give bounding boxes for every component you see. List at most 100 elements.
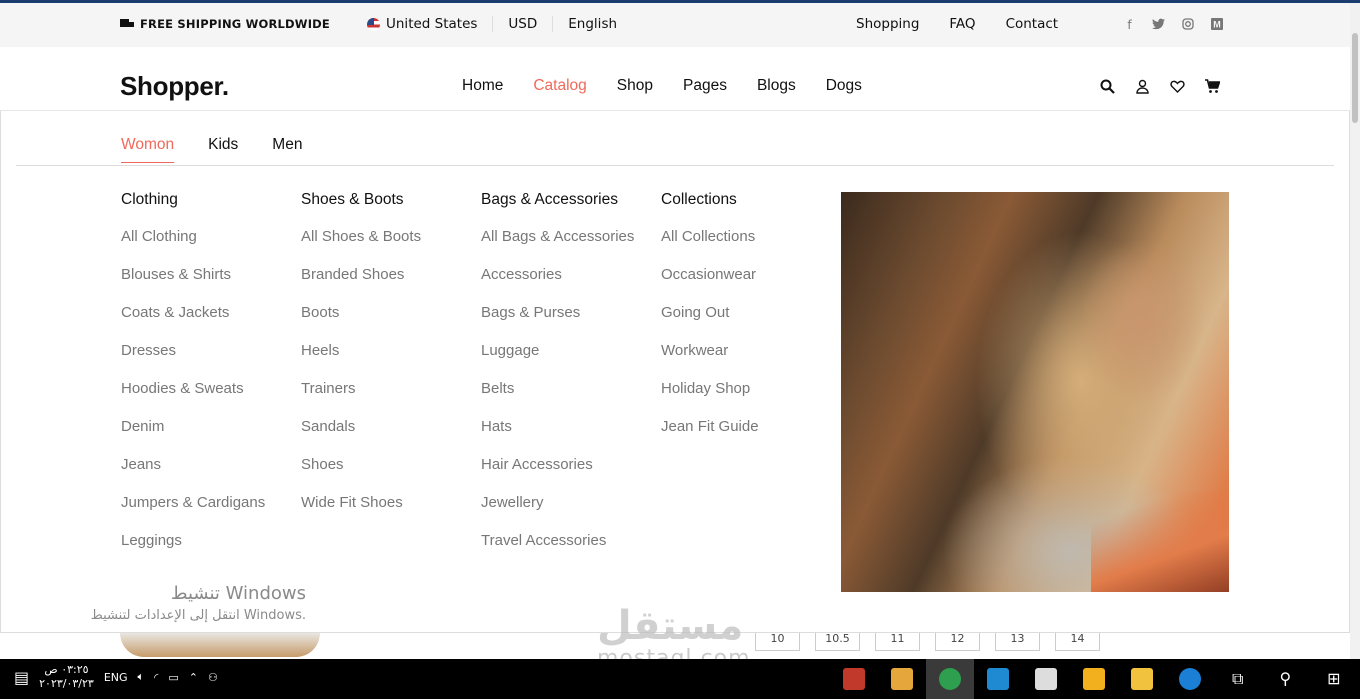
size-option[interactable]: 14 bbox=[1055, 633, 1100, 651]
menu-link[interactable]: Hoodies & Sweats bbox=[121, 380, 265, 418]
nav-catalog[interactable]: Catalog bbox=[533, 77, 586, 95]
taskbar-app[interactable] bbox=[1166, 659, 1214, 699]
menu-link[interactable]: Sandals bbox=[301, 418, 421, 456]
size-option[interactable]: 12 bbox=[935, 633, 980, 651]
tab-women[interactable]: Womon bbox=[121, 136, 175, 163]
facebook-icon[interactable]: f bbox=[1122, 18, 1137, 32]
menu-link[interactable]: Jeans bbox=[121, 456, 265, 494]
menu-link[interactable]: Blouses & Shirts bbox=[121, 266, 265, 304]
taskbar-apps bbox=[830, 659, 1214, 699]
menu-link[interactable]: Denim bbox=[121, 418, 265, 456]
menu-link[interactable]: Branded Shoes bbox=[301, 266, 421, 304]
menu-link[interactable]: Wide Fit Shoes bbox=[301, 494, 421, 532]
input-language[interactable]: ENG bbox=[104, 671, 128, 684]
taskbar-right: ⧉ ⚲ ⊞ bbox=[1232, 669, 1341, 689]
chevron-up-icon[interactable]: ⌃ bbox=[189, 671, 198, 684]
taskbar-app[interactable] bbox=[1022, 659, 1070, 699]
top-bar: FREE SHIPPING WORLDWIDE United States US… bbox=[0, 3, 1350, 47]
menu-link[interactable]: All Clothing bbox=[121, 228, 265, 266]
size-option[interactable]: 11 bbox=[875, 633, 920, 651]
scrollbar-thumb[interactable] bbox=[1352, 33, 1358, 123]
twitter-icon[interactable] bbox=[1151, 18, 1166, 32]
menu-link[interactable]: All Bags & Accessories bbox=[481, 228, 634, 266]
tab-men[interactable]: Men bbox=[272, 136, 302, 163]
menu-link[interactable]: Dresses bbox=[121, 342, 265, 380]
menu-link[interactable]: Jewellery bbox=[481, 494, 634, 532]
search-icon[interactable] bbox=[1100, 79, 1115, 94]
menu-link[interactable]: Jumpers & Cardigans bbox=[121, 494, 265, 532]
cart-icon[interactable] bbox=[1205, 79, 1221, 94]
language-select[interactable]: English bbox=[568, 16, 617, 32]
menu-link[interactable]: Workwear bbox=[661, 342, 759, 380]
vscode-icon bbox=[987, 668, 1009, 690]
link-shopping[interactable]: Shopping bbox=[856, 16, 919, 32]
taskbar-app-active[interactable] bbox=[926, 659, 974, 699]
column-title[interactable]: Shoes & Boots bbox=[301, 191, 421, 209]
menu-link[interactable]: Belts bbox=[481, 380, 634, 418]
menu-column-clothing: Clothing All Clothing Blouses & Shirts C… bbox=[121, 191, 265, 570]
volume-icon[interactable]: 🔈︎ bbox=[138, 670, 145, 684]
heart-icon[interactable] bbox=[1170, 79, 1185, 94]
link-contact[interactable]: Contact bbox=[1006, 16, 1059, 32]
divider bbox=[492, 16, 494, 32]
gender-tabs: Womon Kids Men bbox=[121, 136, 302, 163]
nav-home[interactable]: Home bbox=[462, 77, 503, 95]
menu-link[interactable]: Shoes bbox=[301, 456, 421, 494]
menu-link[interactable]: Luggage bbox=[481, 342, 634, 380]
menu-link[interactable]: Occasionwear bbox=[661, 266, 759, 304]
windows-activation-notice: تنشيط Windows انتقل إلى الإعدادات لتنشيط… bbox=[66, 583, 306, 623]
column-title[interactable]: Clothing bbox=[121, 191, 265, 209]
page-scrollbar[interactable] bbox=[1350, 3, 1360, 659]
size-option[interactable]: 10 bbox=[755, 633, 800, 651]
tab-kids[interactable]: Kids bbox=[208, 136, 238, 163]
size-option[interactable]: 13 bbox=[995, 633, 1040, 651]
search-icon[interactable]: ⚲ bbox=[1279, 669, 1291, 689]
menu-link[interactable]: Coats & Jackets bbox=[121, 304, 265, 342]
menu-link[interactable]: Accessories bbox=[481, 266, 634, 304]
menu-link[interactable]: Jean Fit Guide bbox=[661, 418, 759, 456]
country-select[interactable]: United States bbox=[386, 16, 477, 32]
menu-link[interactable]: All Shoes & Boots bbox=[301, 228, 421, 266]
nav-pages[interactable]: Pages bbox=[683, 77, 727, 95]
battery-icon[interactable]: ▭ bbox=[168, 671, 178, 684]
menu-link[interactable]: Travel Accessories bbox=[481, 532, 634, 570]
menu-link[interactable]: Hair Accessories bbox=[481, 456, 634, 494]
site-logo[interactable]: Shopper. bbox=[120, 71, 229, 102]
taskbar-app[interactable] bbox=[1070, 659, 1118, 699]
menu-link[interactable]: Bags & Purses bbox=[481, 304, 634, 342]
link-faq[interactable]: FAQ bbox=[949, 16, 975, 32]
wifi-icon[interactable]: ◜ bbox=[154, 671, 158, 684]
instagram-icon[interactable] bbox=[1180, 18, 1195, 32]
menu-link[interactable]: Heels bbox=[301, 342, 421, 380]
nav-dogs[interactable]: Dogs bbox=[826, 77, 862, 95]
clock[interactable]: ٠٣:٢٥ ص ٢٠٢٣/٠٣/٢٣ bbox=[39, 663, 94, 691]
taskbar-app[interactable] bbox=[878, 659, 926, 699]
promo-photo[interactable] bbox=[841, 192, 1229, 592]
currency-select[interactable]: USD bbox=[508, 16, 537, 32]
nav-blogs[interactable]: Blogs bbox=[757, 77, 796, 95]
user-icon[interactable] bbox=[1135, 79, 1150, 94]
column-title[interactable]: Bags & Accessories bbox=[481, 191, 634, 209]
tabs-divider bbox=[16, 165, 1334, 166]
menu-link[interactable]: Leggings bbox=[121, 532, 265, 570]
menu-link[interactable]: Trainers bbox=[301, 380, 421, 418]
size-options: 10 10.5 11 12 13 14 bbox=[755, 633, 1100, 651]
menu-link[interactable]: All Collections bbox=[661, 228, 759, 266]
nav-shop[interactable]: Shop bbox=[617, 77, 653, 95]
notifications-icon[interactable]: ▤ bbox=[14, 668, 29, 687]
clock-date: ٢٠٢٣/٠٣/٢٣ bbox=[39, 677, 94, 690]
taskbar-app[interactable] bbox=[974, 659, 1022, 699]
menu-link[interactable]: Holiday Shop bbox=[661, 380, 759, 418]
medium-icon[interactable]: M bbox=[1209, 18, 1224, 32]
taskbar-app[interactable] bbox=[830, 659, 878, 699]
people-icon[interactable]: ⚇ bbox=[208, 671, 218, 684]
menu-link[interactable]: Going Out bbox=[661, 304, 759, 342]
menu-link[interactable]: Boots bbox=[301, 304, 421, 342]
column-title[interactable]: Collections bbox=[661, 191, 759, 209]
windows-taskbar: ▤ ٠٣:٢٥ ص ٢٠٢٣/٠٣/٢٣ ENG 🔈︎ ◜ ▭ ⌃ ⚇ ⧉ ⚲ … bbox=[0, 659, 1360, 699]
windows-start-icon[interactable]: ⊞ bbox=[1327, 669, 1340, 689]
task-view-icon[interactable]: ⧉ bbox=[1232, 669, 1243, 689]
menu-link[interactable]: Hats bbox=[481, 418, 634, 456]
taskbar-app[interactable] bbox=[1118, 659, 1166, 699]
size-option[interactable]: 10.5 bbox=[815, 633, 860, 651]
